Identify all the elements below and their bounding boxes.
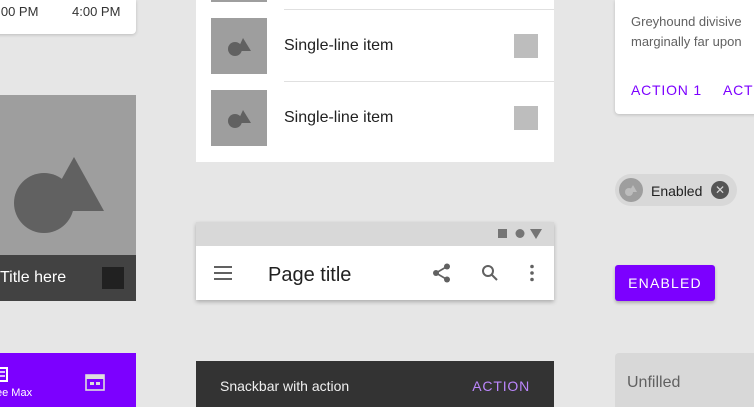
image-placeholder-icon [625, 185, 637, 196]
dialog-card: Greyhound divisive marginally far upon A… [615, 0, 754, 114]
top-app-bar: Page title [196, 222, 554, 300]
document-icon[interactable] [0, 367, 10, 383]
status-bar [196, 222, 554, 246]
image-placeholder-icon [228, 110, 251, 128]
dialog-body-line: marginally far upon [631, 34, 742, 49]
text-field-placeholder: Unfilled [627, 374, 681, 391]
image-card[interactable]: Title here [0, 95, 136, 301]
bottom-nav-label[interactable]: ee Max [0, 387, 32, 399]
chip-avatar [619, 178, 643, 202]
text-field[interactable]: Unfilled [615, 353, 754, 407]
snackbar-action-button[interactable]: ACTION [472, 378, 530, 394]
snackbar: Snackbar with action ACTION [196, 361, 554, 407]
list-item-checkbox[interactable] [514, 106, 538, 130]
more-vert-icon[interactable] [529, 264, 535, 282]
dialog-body-line: Greyhound divisive [631, 14, 742, 29]
list-item-checkbox[interactable] [514, 34, 538, 58]
enabled-button[interactable]: ENABLED [615, 265, 715, 301]
time-range-card: 2:00 PM 4:00 PM [0, 0, 136, 34]
start-time: 2:00 PM [0, 4, 39, 19]
dialog-action-1-button[interactable]: ACTION 1 [631, 82, 702, 98]
dialog-action-2-button[interactable]: ACTI [723, 82, 754, 98]
image-placeholder-icon [14, 157, 104, 233]
list-thumb-partial [211, 0, 267, 2]
bottom-navigation: ee Max [0, 353, 136, 407]
list-divider [284, 9, 554, 10]
image-card-title: Title here [0, 269, 67, 286]
share-icon[interactable] [432, 263, 452, 283]
status-icons [498, 229, 542, 239]
search-icon[interactable] [481, 264, 499, 282]
image-placeholder-icon [228, 38, 251, 56]
input-chip[interactable]: Enabled ✕ [615, 174, 737, 206]
menu-icon[interactable] [214, 266, 234, 280]
close-icon[interactable]: ✕ [711, 181, 729, 199]
page-title: Page title [268, 264, 352, 286]
list-divider [284, 81, 554, 82]
calendar-icon[interactable] [85, 373, 105, 391]
chip-label: Enabled [651, 183, 703, 199]
image-card-caption: Title here [0, 255, 136, 301]
snackbar-message: Snackbar with action [220, 378, 350, 394]
list-item-thumbnail [211, 90, 267, 146]
list-item-label[interactable]: Single-line item [284, 37, 393, 55]
end-time: 4:00 PM [72, 4, 121, 19]
list-item-thumbnail [211, 18, 267, 74]
dialog-body: Greyhound divisive marginally far upon [631, 12, 742, 52]
list-card: Single-line item Single-line item [196, 0, 554, 162]
list-item-label[interactable]: Single-line item [284, 109, 393, 127]
caption-action-icon[interactable] [102, 267, 124, 289]
